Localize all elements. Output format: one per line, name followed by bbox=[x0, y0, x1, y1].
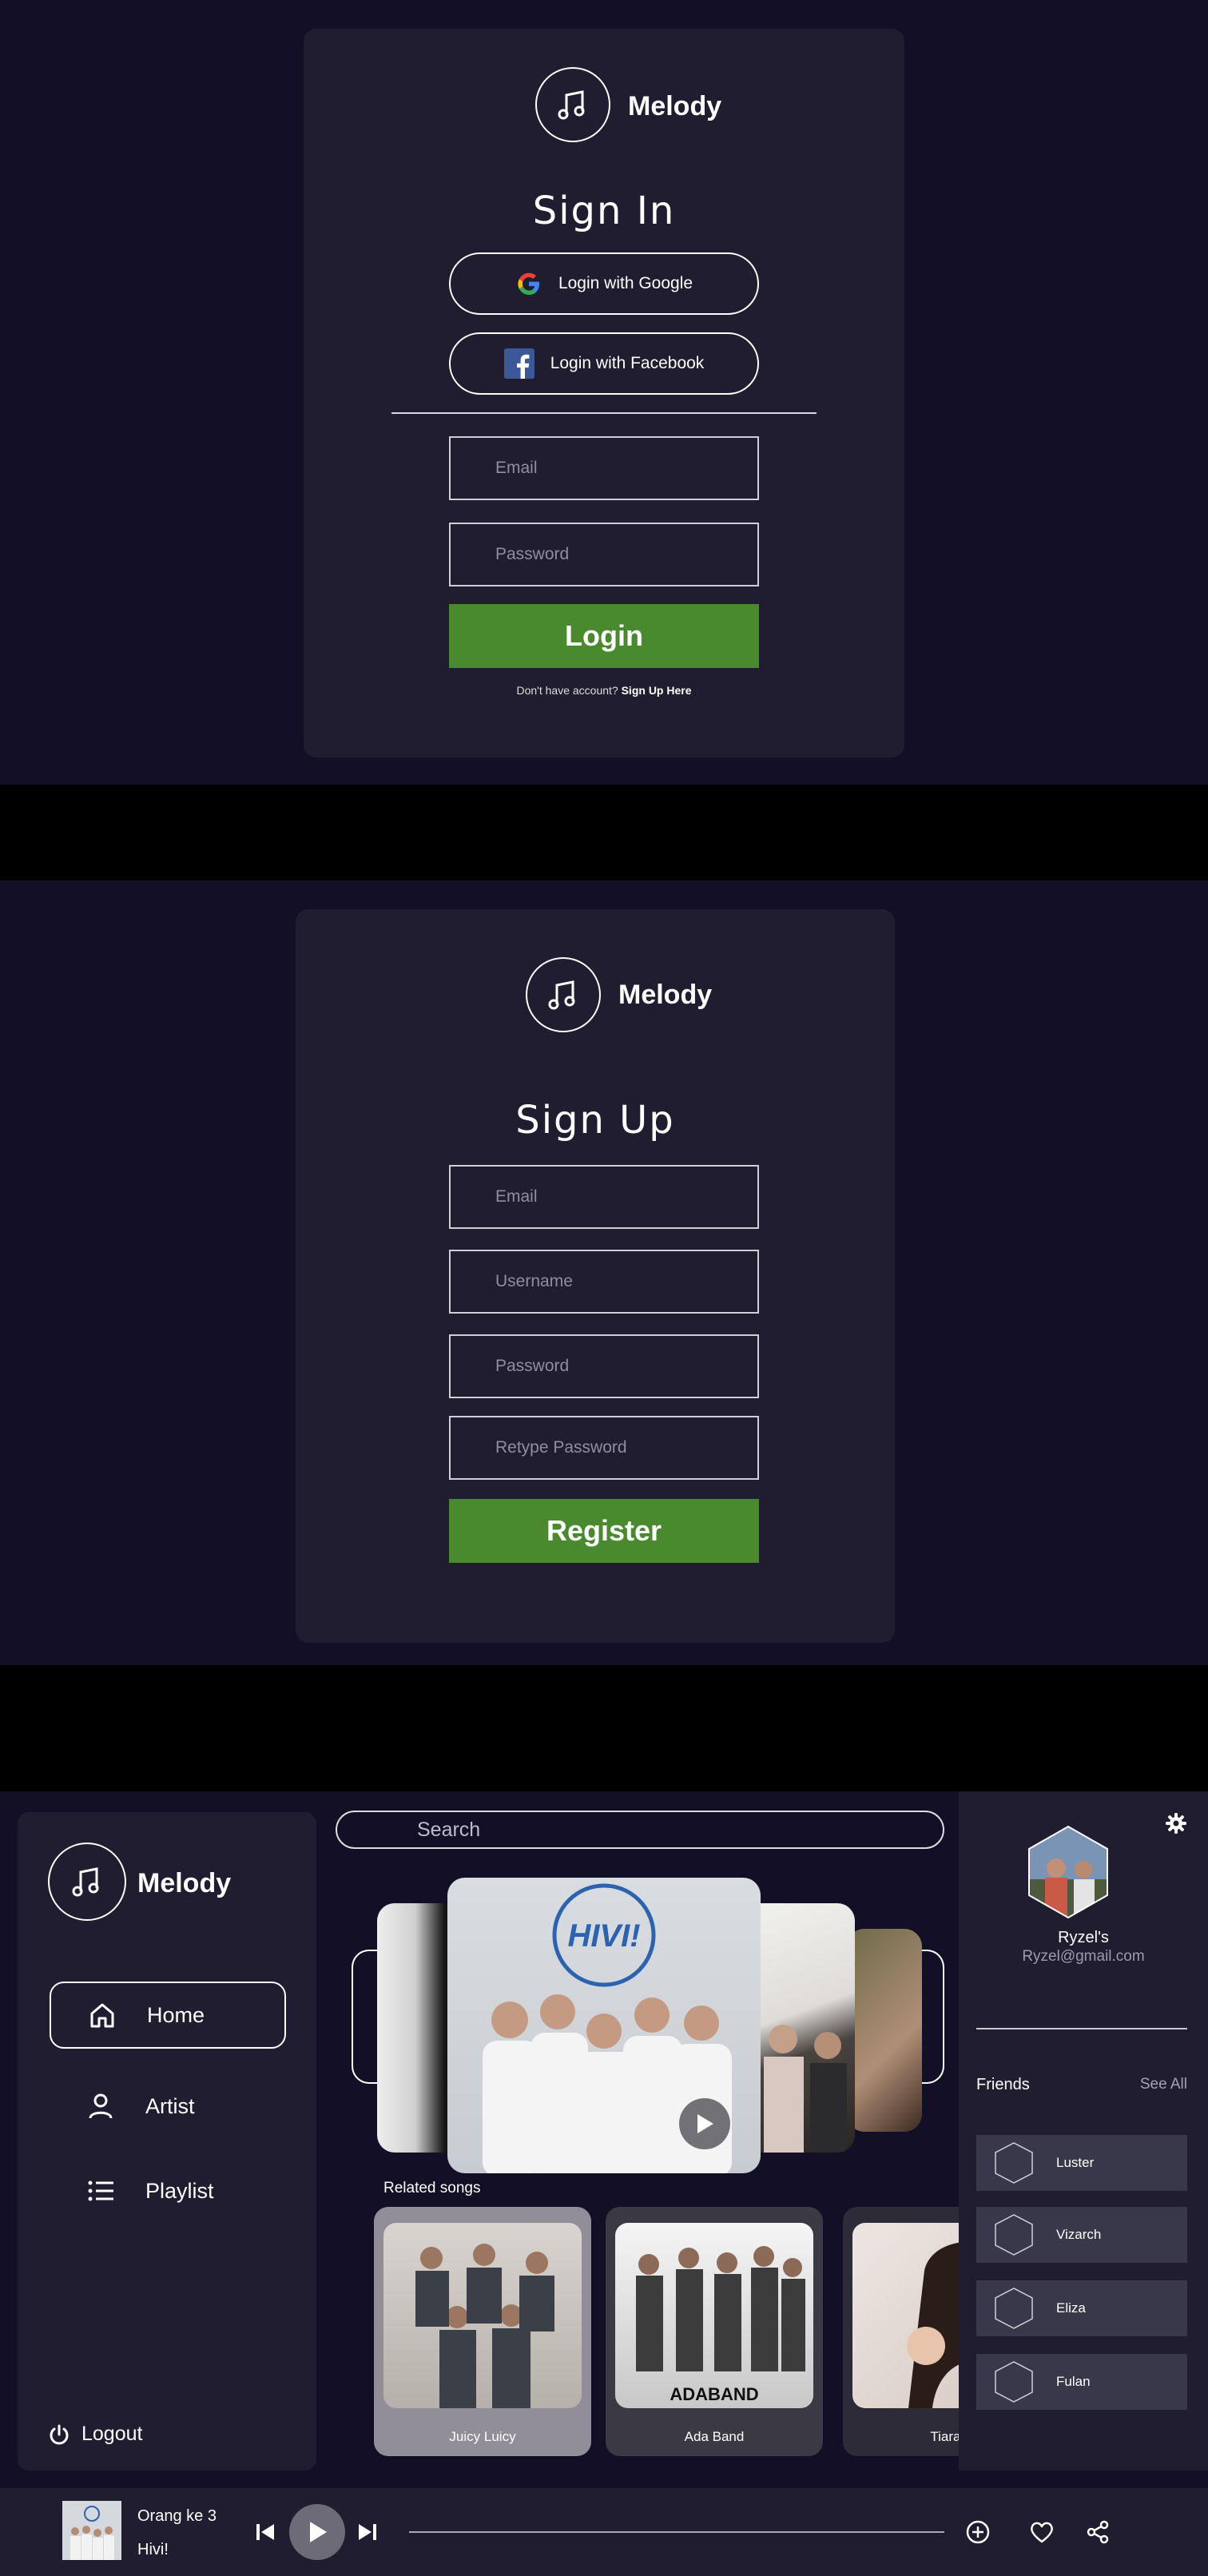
music-note-icon bbox=[558, 90, 585, 120]
friend-item[interactable]: Vizarch bbox=[976, 2207, 1187, 2263]
song-card-ada-band[interactable]: ADABAND Ada Band bbox=[606, 2207, 823, 2456]
app-logo bbox=[48, 1843, 126, 1921]
song-name: Juicy Luicy bbox=[449, 2429, 516, 2444]
friend-name: Luster bbox=[1056, 2155, 1095, 2170]
nav-playlist-label: Playlist bbox=[145, 2178, 214, 2203]
facebook-login-label: Login with Facebook bbox=[550, 354, 705, 372]
nav-playlist[interactable]: Playlist bbox=[50, 2157, 286, 2224]
music-note-icon bbox=[548, 980, 575, 1010]
friend-name: Eliza bbox=[1056, 2300, 1086, 2316]
signin-screen: Melody Sign In Login with Google Login w… bbox=[0, 0, 1208, 785]
now-playing-art bbox=[62, 2501, 121, 2560]
google-login-label: Login with Google bbox=[558, 274, 693, 292]
friend-avatar bbox=[995, 2288, 1033, 2329]
email-field[interactable]: Email bbox=[449, 1165, 759, 1229]
page-title: Sign In bbox=[532, 189, 676, 233]
profile-panel: Ryzel's Ryzel@gmail.com Friends See All … bbox=[959, 1791, 1208, 2471]
heart-icon[interactable] bbox=[1029, 2520, 1055, 2544]
profile-divider bbox=[976, 2028, 1187, 2029]
nav-artist[interactable]: Artist bbox=[50, 2073, 286, 2140]
app-name: Melody bbox=[618, 980, 713, 1010]
share-icon[interactable] bbox=[1085, 2519, 1111, 2545]
retype-password-field[interactable]: Retype Password bbox=[449, 1416, 759, 1480]
friend-item[interactable]: Luster bbox=[976, 2135, 1187, 2191]
friend-avatar bbox=[995, 2361, 1033, 2403]
see-all-link[interactable]: See All bbox=[1140, 2076, 1187, 2093]
avatar[interactable] bbox=[1024, 1823, 1112, 1921]
page-title: Sign Up bbox=[515, 1098, 675, 1143]
signup-card: Melody Sign Up Email Username Password R… bbox=[296, 909, 895, 1643]
logout-label: Logout bbox=[81, 2423, 143, 2445]
song-name: Tiara A bbox=[930, 2429, 959, 2444]
dashboard-screen: Melody Home Artist Playlist Logout Searc… bbox=[0, 1791, 1208, 2576]
play-button[interactable] bbox=[289, 2504, 345, 2560]
register-button[interactable]: Register bbox=[449, 1499, 759, 1563]
facebook-icon bbox=[503, 348, 534, 379]
app-logo bbox=[526, 957, 601, 1032]
app-name: Melody bbox=[628, 91, 722, 121]
song-name: Ada Band bbox=[684, 2429, 745, 2444]
gear-icon[interactable] bbox=[1165, 1812, 1187, 1835]
nav-artist-label: Artist bbox=[145, 2093, 195, 2118]
friend-avatar bbox=[995, 2142, 1033, 2184]
home-icon bbox=[86, 1999, 118, 2031]
google-login-button[interactable]: Login with Google bbox=[449, 252, 759, 315]
next-icon[interactable] bbox=[356, 2521, 379, 2543]
play-icon bbox=[310, 2522, 327, 2542]
app-name: Melody bbox=[137, 1868, 232, 1898]
signin-card: Melody Sign In Login with Google Login w… bbox=[304, 29, 904, 757]
login-button[interactable]: Login bbox=[449, 604, 759, 668]
sidebar: Melody Home Artist Playlist Logout bbox=[18, 1812, 316, 2471]
list-icon bbox=[85, 2175, 117, 2207]
password-field[interactable]: Password bbox=[449, 1334, 759, 1398]
signup-prompt: Don't have account? Sign Up Here bbox=[304, 684, 904, 697]
add-icon[interactable] bbox=[965, 2519, 991, 2545]
now-playing-artist: Hivi! bbox=[137, 2541, 169, 2558]
song-card-juicy-luicy[interactable]: Juicy Luicy bbox=[374, 2207, 591, 2456]
previous-icon[interactable] bbox=[254, 2521, 276, 2543]
facebook-login-button[interactable]: Login with Facebook bbox=[449, 332, 759, 395]
song-art bbox=[852, 2223, 959, 2408]
friend-avatar bbox=[995, 2214, 1033, 2256]
friend-name: Fulan bbox=[1056, 2374, 1091, 2389]
player-bar: Orang ke 3 Hivi! bbox=[0, 2488, 1208, 2576]
ada-band-logo: ADABAND bbox=[670, 2384, 758, 2404]
google-icon bbox=[518, 272, 539, 295]
logout-button[interactable]: Logout bbox=[48, 2423, 142, 2446]
friend-item[interactable]: Eliza bbox=[976, 2280, 1187, 2336]
profile-email: Ryzel@gmail.com bbox=[1022, 1948, 1145, 1965]
username-field[interactable]: Username bbox=[449, 1250, 759, 1314]
signup-screen: Melody Sign Up Email Username Password R… bbox=[0, 881, 1208, 1665]
friend-name: Vizarch bbox=[1056, 2227, 1102, 2242]
progress-track[interactable] bbox=[409, 2531, 944, 2533]
song-art: ADABAND bbox=[615, 2223, 813, 2408]
app-logo bbox=[535, 67, 610, 142]
related-songs-viewport: Juicy Luicy ADABAND Ada Band Tiara A bbox=[320, 1791, 959, 2471]
song-card-tiara[interactable]: Tiara A bbox=[843, 2207, 959, 2456]
song-art bbox=[383, 2223, 582, 2408]
person-icon bbox=[85, 2090, 117, 2122]
friends-title: Friends bbox=[976, 2076, 1030, 2093]
password-field[interactable]: Password bbox=[449, 523, 759, 586]
no-account-text: Don't have account? bbox=[516, 684, 618, 697]
now-playing-title: Orang ke 3 bbox=[137, 2507, 217, 2525]
nav-home-label: Home bbox=[147, 2002, 205, 2027]
email-field[interactable]: Email bbox=[449, 436, 759, 500]
power-icon bbox=[50, 2424, 69, 2444]
signup-link[interactable]: Sign Up Here bbox=[622, 684, 692, 697]
music-note-icon bbox=[72, 1867, 99, 1897]
divider bbox=[391, 412, 817, 414]
nav-home[interactable]: Home bbox=[50, 1982, 286, 2049]
friend-item[interactable]: Fulan bbox=[976, 2354, 1187, 2410]
profile-name: Ryzel's bbox=[1058, 1929, 1109, 1946]
